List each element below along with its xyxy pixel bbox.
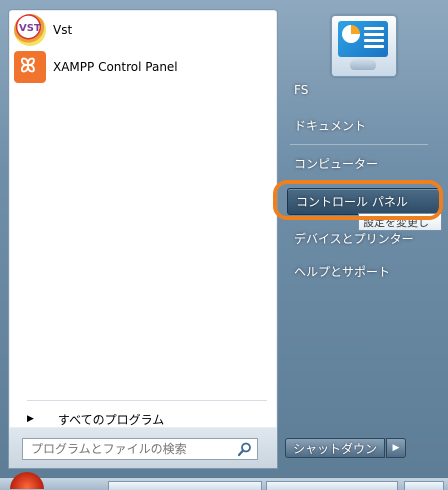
start-menu: VST Vst ꕤ XAMPP Control Panel ▶ すべてのプログラ… [0, 0, 448, 489]
all-programs-label: すべてのプログラム [57, 412, 165, 427]
divider [290, 144, 428, 145]
right-item-documents[interactable]: ドキュメント [286, 112, 438, 138]
right-item-help-support[interactable]: ヘルプとサポート [286, 258, 438, 284]
triangle-right-icon: ▶ [27, 414, 34, 424]
user-picture[interactable] [331, 15, 397, 77]
tooltip: 設定を変更し [358, 213, 442, 231]
monitor-icon [338, 21, 388, 57]
right-item-computer[interactable]: コンピューター [286, 150, 438, 176]
program-label: Vst [53, 23, 73, 37]
program-item-xampp[interactable]: ꕤ XAMPP Control Panel [13, 50, 271, 84]
right-item-label: コントロール パネル [296, 195, 408, 209]
divider [27, 400, 267, 401]
right-item-label: FS [294, 83, 309, 97]
programs-pane: VST Vst ꕤ XAMPP Control Panel ▶ すべてのプログラ… [8, 9, 278, 429]
search-input[interactable] [29, 441, 233, 457]
pie-chart-icon [342, 25, 360, 43]
vst-icon: VST [14, 14, 46, 46]
shutdown-button[interactable]: シャットダウン [285, 438, 385, 458]
program-label: XAMPP Control Panel [53, 60, 178, 74]
right-item-label: コンピューター [294, 156, 379, 171]
right-item-label: ヘルプとサポート [294, 264, 391, 279]
program-item-vst[interactable]: VST Vst [13, 13, 271, 47]
right-item-control-panel[interactable]: コントロール パネル [287, 188, 440, 215]
search-icon[interactable] [237, 441, 253, 457]
monitor-stand [350, 58, 376, 70]
search-area [8, 428, 278, 469]
right-item-label: ドキュメント [294, 118, 367, 133]
shutdown-options-button[interactable]: ▶ [386, 438, 406, 458]
right-item-user-folder[interactable]: FS [286, 77, 438, 103]
divider [290, 182, 428, 183]
xampp-icon: ꕤ [14, 51, 46, 83]
right-item-label: デバイスとプリンター [294, 231, 414, 246]
search-box[interactable] [22, 438, 258, 460]
